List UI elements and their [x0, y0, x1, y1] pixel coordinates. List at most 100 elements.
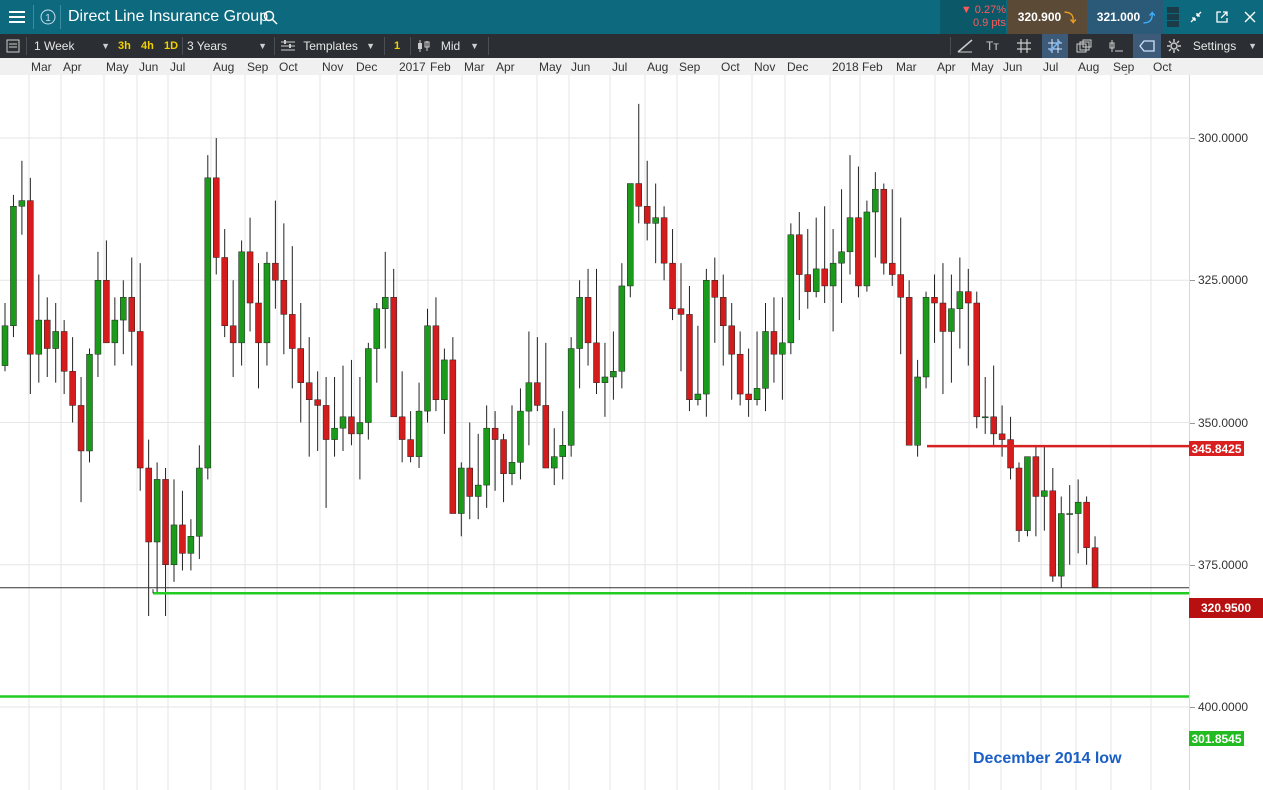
- candle-up: [948, 308, 955, 332]
- candle-up: [474, 484, 482, 497]
- candle-down: [213, 177, 220, 258]
- price-axis[interactable]: 400.0000 375.0000 350.0000 325.0000 300.0000: [1189, 75, 1263, 790]
- candle-down: [728, 325, 735, 355]
- candle-down: [584, 297, 592, 344]
- quick-interval-1d[interactable]: 1D: [164, 34, 178, 58]
- price-chart[interactable]: [0, 75, 1189, 790]
- price-type-select[interactable]: Mid ▼: [417, 34, 479, 58]
- candle-down: [491, 427, 499, 440]
- draw-line-icon: [957, 39, 973, 53]
- buy-price: 321.000: [1096, 10, 1141, 24]
- price-axis-label: 400.0000: [1198, 700, 1249, 714]
- candle-down: [272, 262, 279, 281]
- time-axis-label: Aug: [1078, 60, 1100, 74]
- candle-down: [542, 405, 550, 469]
- panel-toggle-button[interactable]: [6, 34, 20, 58]
- crosshair-button[interactable]: [1042, 34, 1068, 58]
- candlestick-plot[interactable]: [0, 75, 1189, 790]
- svg-text:1: 1: [45, 13, 51, 24]
- down-arrow-icon: ▼: [960, 4, 972, 16]
- range-select[interactable]: 3 Years ▼: [187, 34, 267, 58]
- interval-select[interactable]: 1 Week ▼: [34, 34, 110, 58]
- candle-down: [322, 405, 330, 440]
- candle-down: [770, 331, 778, 355]
- candle-down: [60, 331, 68, 372]
- candle-down: [136, 331, 144, 469]
- candle-down: [593, 342, 600, 383]
- info-button[interactable]: 1: [38, 0, 58, 34]
- candle-down: [255, 302, 262, 344]
- price-type-value: Mid: [440, 39, 461, 53]
- minimize-button[interactable]: [1186, 0, 1206, 34]
- instrument-title[interactable]: Direct Line Insurance Group: [68, 0, 268, 34]
- time-axis: Mar Apr May Jun Jul Aug Sep Oct Nov Dec 2017 Feb Mar…: [0, 58, 1263, 87]
- time-axis-label: 2018: [832, 60, 859, 74]
- close-button[interactable]: [1240, 0, 1260, 34]
- time-axis-label: Jun: [139, 60, 159, 74]
- candle-down: [466, 467, 473, 497]
- candle-up: [153, 479, 161, 543]
- templates-icon: [281, 40, 295, 51]
- candle-down: [69, 371, 76, 406]
- divider: [33, 5, 34, 29]
- time-axis-label: Mar: [31, 60, 52, 74]
- candle-up: [424, 325, 431, 412]
- sell-price-button[interactable]: 320.900 ⤵: [1007, 0, 1087, 34]
- candle-up: [10, 206, 17, 327]
- time-axis-label: Sep: [1113, 60, 1135, 74]
- candle-up: [18, 200, 26, 207]
- sell-price: 320.900: [1017, 10, 1062, 24]
- compare-button[interactable]: [1076, 34, 1092, 58]
- candle-down: [635, 183, 642, 207]
- depth-button[interactable]: [1166, 0, 1180, 34]
- chart-count[interactable]: 1: [394, 34, 400, 58]
- menu-button[interactable]: [0, 0, 33, 34]
- candle-up: [610, 371, 617, 378]
- candle-down: [990, 416, 997, 435]
- price-axis-tick: [1190, 280, 1195, 282]
- current-price-badge: 320.9500: [1189, 598, 1263, 618]
- candle-down: [1049, 490, 1057, 577]
- layers-icon: [1076, 39, 1092, 53]
- interval-value: 1 Week: [34, 39, 75, 53]
- templates-select[interactable]: Templates ▼: [281, 34, 375, 58]
- time-axis-label: Apr: [937, 60, 956, 74]
- candle-down: [897, 274, 904, 298]
- title-bar: 1 Direct Line Insurance Group ▼ 0.27% 0.…: [0, 0, 1263, 34]
- time-axis-label: Jul: [170, 60, 186, 74]
- change-points: 0.9 pts: [972, 17, 1006, 29]
- indicator-button[interactable]: [1108, 34, 1124, 58]
- label-tool-button[interactable]: [1133, 34, 1161, 58]
- settings-select[interactable]: Settings ▼: [1167, 34, 1257, 58]
- candle-up: [551, 456, 558, 469]
- candle-up: [339, 416, 347, 429]
- divider: [60, 5, 61, 29]
- text-tool-icon: Tт: [986, 39, 999, 53]
- draw-line-button[interactable]: [957, 34, 973, 58]
- candle-up: [94, 280, 102, 355]
- candle-up: [863, 211, 871, 287]
- buy-price-button[interactable]: 321.000 ⤴: [1088, 0, 1164, 34]
- support-level-badge: 301.8545: [1189, 731, 1244, 746]
- candle-up: [981, 416, 989, 419]
- popout-button[interactable]: [1212, 0, 1232, 34]
- time-axis-label: Nov: [754, 60, 776, 74]
- text-tool-button[interactable]: Tт: [986, 34, 999, 58]
- candle-up: [517, 410, 524, 463]
- grid-button[interactable]: [1016, 34, 1032, 58]
- price-axis-tick: [1190, 564, 1195, 566]
- time-axis-label: Sep: [247, 60, 269, 74]
- candle-up: [627, 183, 634, 287]
- candle-down: [905, 297, 913, 446]
- time-axis-label: Jun: [1003, 60, 1023, 74]
- candle-up: [1066, 513, 1073, 515]
- candle-down: [677, 308, 685, 315]
- candle-down: [500, 439, 507, 474]
- search-button[interactable]: [263, 0, 279, 34]
- quick-interval-3h[interactable]: 3h: [118, 34, 131, 58]
- candle-down: [880, 188, 888, 264]
- time-axis-label: Mar: [896, 60, 917, 74]
- collapse-icon: [1190, 11, 1202, 23]
- quick-interval-4h[interactable]: 4h: [141, 34, 154, 58]
- candle-down: [179, 524, 186, 554]
